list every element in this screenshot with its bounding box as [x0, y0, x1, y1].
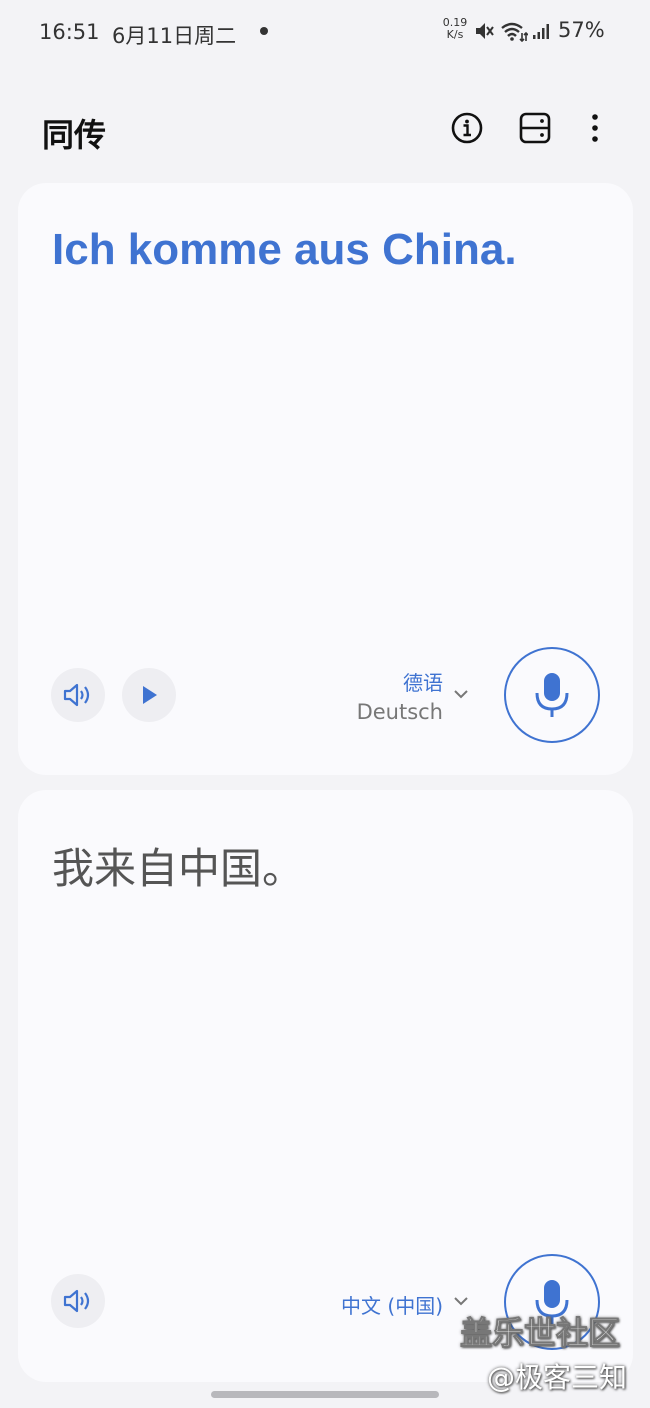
source-language-name: 德语 — [403, 671, 443, 695]
split-view-button[interactable] — [515, 108, 555, 148]
more-options-button[interactable] — [575, 108, 615, 148]
network-speed-unit: K/s — [446, 28, 464, 41]
wifi-icon — [501, 22, 528, 42]
split-view-icon — [519, 112, 551, 144]
target-language-selector[interactable]: 中文 (中国) — [341, 1290, 443, 1319]
source-text: Ich komme aus China. — [52, 225, 517, 274]
chevron-down-icon[interactable] — [453, 1296, 469, 1306]
source-mic-button[interactable] — [504, 647, 600, 743]
speaker-icon — [63, 683, 90, 707]
source-panel: Ich komme aus China. 德语 Deutsch — [18, 183, 633, 775]
home-indicator[interactable] — [211, 1391, 439, 1398]
info-button[interactable] — [447, 108, 487, 148]
target-text: 我来自中国。 — [52, 844, 305, 893]
page-title: 同传 — [42, 116, 107, 154]
notification-dot-icon — [260, 27, 268, 35]
status-date: 6月11日周二 — [112, 24, 237, 48]
play-icon — [143, 686, 157, 704]
source-speak-button[interactable] — [51, 668, 105, 722]
target-speak-button[interactable] — [51, 1274, 105, 1328]
microphone-icon — [535, 673, 569, 717]
watermark-author: @极客三知 — [487, 1361, 628, 1394]
status-time: 16:51 — [39, 20, 100, 44]
signal-icon — [533, 24, 549, 39]
status-bar: 16:51 6月11日周二 0.19 K/s 57% — [0, 0, 650, 64]
play-button[interactable] — [122, 668, 176, 722]
source-language-native: Deutsch — [356, 700, 443, 724]
more-vert-icon — [592, 114, 598, 142]
watermark-title: 盖乐世社区 — [459, 1314, 621, 1353]
info-icon — [451, 112, 483, 144]
source-language-selector[interactable]: 德语 Deutsch — [357, 667, 443, 724]
chevron-down-icon[interactable] — [453, 689, 469, 699]
target-language-name: 中文 (中国) — [341, 1294, 443, 1318]
network-speed: 0.19 K/s — [440, 17, 470, 41]
target-panel: 我来自中国。 中文 (中国) — [18, 790, 633, 1382]
battery-level: 57% — [558, 18, 605, 42]
speaker-icon — [63, 1289, 90, 1313]
mute-icon — [476, 23, 494, 39]
